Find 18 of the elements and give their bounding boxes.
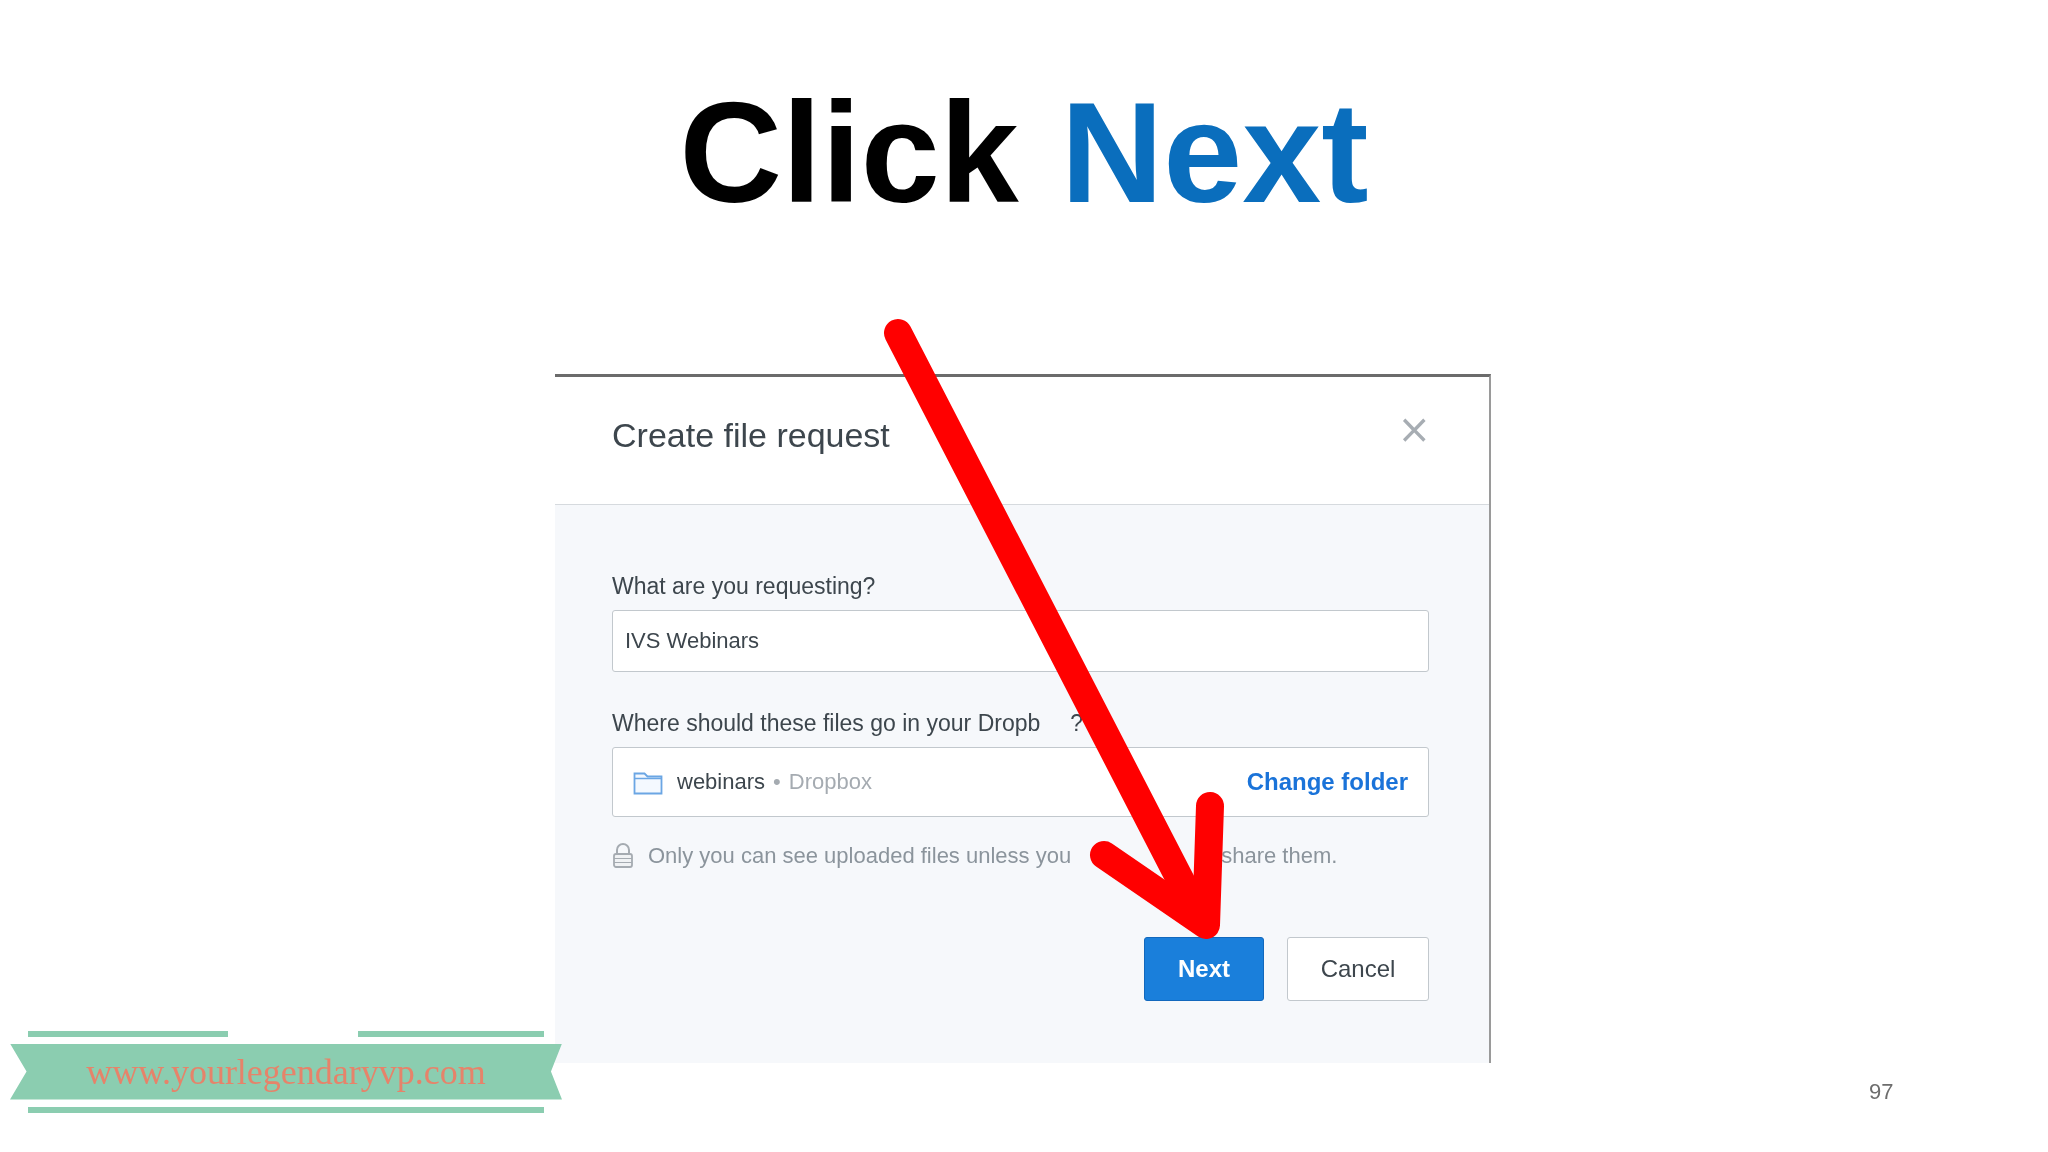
slide-title-word: Click — [678, 72, 1020, 234]
privacy-note: Only you can see uploaded files unless you — [648, 842, 1072, 869]
folder-name: webinars — [677, 768, 766, 795]
dialog-title: Create file request — [612, 415, 890, 455]
folder-field[interactable]: webinars • Dropbox Change folder — [612, 746, 1429, 817]
website-address: www.yourlegendaryvp.com — [86, 1050, 486, 1093]
folder-location: Dropbox — [788, 768, 872, 795]
separator-dot: • — [773, 768, 781, 795]
field-label: What are you requesting? — [612, 572, 877, 600]
slide-title-word: Next — [1059, 72, 1370, 234]
page-number: 97 — [1868, 1078, 1895, 1106]
next-button[interactable]: Next — [1144, 936, 1264, 1001]
change-folder-link[interactable]: Change folder — [1246, 767, 1408, 796]
field-label: Where should these files go in your Dropb — [612, 709, 1041, 737]
cancel-button[interactable]: Cancel — [1287, 936, 1429, 1001]
lock-icon — [612, 842, 634, 869]
privacy-note: share them. — [1221, 842, 1338, 869]
request-input[interactable]: IVS Webinars — [612, 609, 1429, 672]
